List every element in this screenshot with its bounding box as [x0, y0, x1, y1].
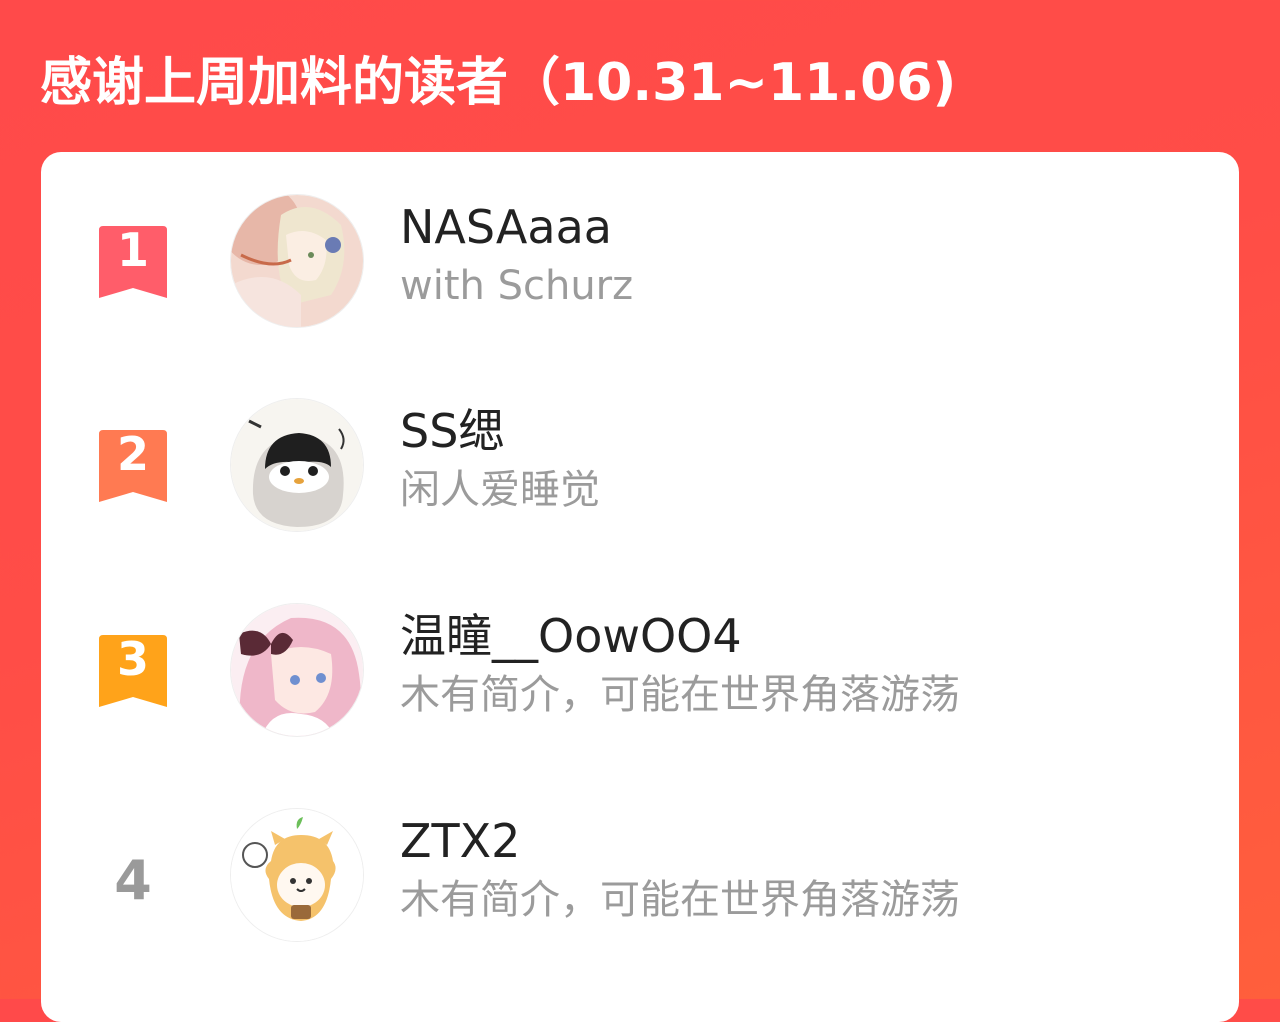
reader-list-card: 1 NASAaaa with Schurz 2 SS缌 闲人爱睡觉 3 温瞳__… — [41, 152, 1239, 1022]
avatar[interactable] — [230, 398, 364, 532]
reader-bio: 木有简介，可能在世界角落游荡 — [400, 672, 960, 718]
list-item[interactable]: 4 ZTX2 木有简介，可能在世界角落游荡 — [41, 808, 1239, 944]
avatar[interactable] — [230, 194, 364, 328]
page-title: 感谢上周加料的读者（10.31~11.06) — [40, 53, 957, 113]
reader-name[interactable]: SS缌 — [400, 402, 504, 460]
reader-name[interactable]: ZTX2 — [400, 812, 520, 870]
list-item[interactable]: 2 SS缌 闲人爱睡觉 — [41, 398, 1239, 534]
anime-girl-avatar-icon — [231, 195, 363, 327]
reader-name[interactable]: 温瞳__OowOO4 — [400, 607, 742, 665]
rank-badge: 3 — [99, 635, 167, 709]
rank-number: 3 — [116, 632, 149, 686]
avatar[interactable] — [230, 808, 364, 942]
rank-number: 4 — [114, 849, 152, 912]
reader-bio: 闲人爱睡觉 — [400, 467, 600, 513]
penguin-avatar-icon — [231, 399, 363, 531]
rank-number: 1 — [116, 223, 149, 277]
cat-bear-avatar-icon — [231, 809, 363, 941]
reader-name[interactable]: NASAaaa — [400, 198, 612, 256]
pink-hair-girl-avatar-icon — [231, 604, 363, 736]
rank-number: 2 — [116, 427, 149, 481]
rank-badge: 2 — [99, 430, 167, 504]
reader-bio: with Schurz — [400, 263, 634, 309]
reader-bio: 木有简介，可能在世界角落游荡 — [400, 877, 960, 923]
rank-badge: 1 — [99, 226, 167, 300]
list-item[interactable]: 1 NASAaaa with Schurz — [41, 194, 1239, 330]
list-item[interactable]: 3 温瞳__OowOO4 木有简介，可能在世界角落游荡 — [41, 603, 1239, 739]
avatar[interactable] — [230, 603, 364, 737]
